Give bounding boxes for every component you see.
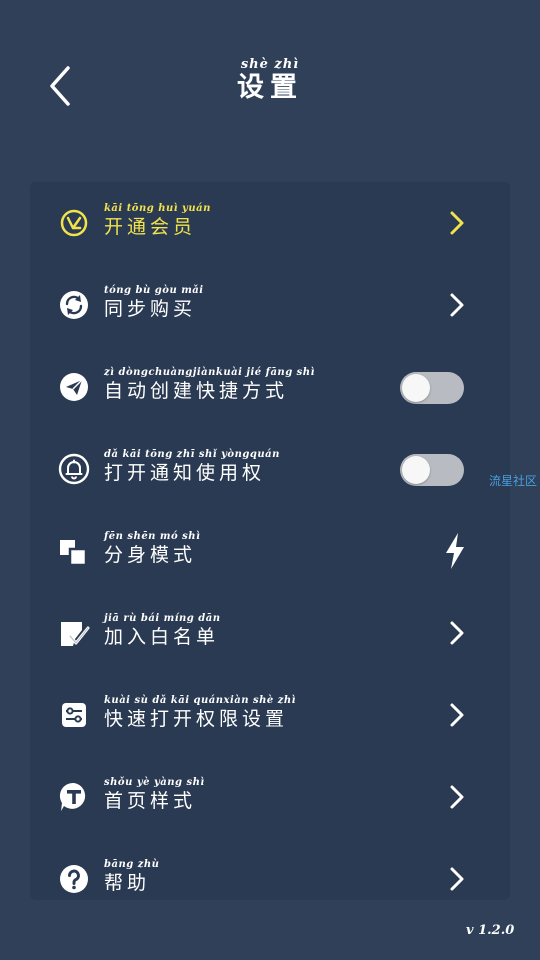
menu-item-vip-text: kāi tōng huì yuán 开通会员 [104,204,211,238]
whitelist-check-icon [58,617,90,649]
menu-item-notification-access-text: dǎ kāi tōng zhī shǐ yòngquán 打开通知使用权 [104,450,280,484]
menu-item-pinyin: kāi tōng huì yuán [104,203,211,214]
menu-item-home-style[interactable]: shǒu yè yàng shì 首页样式 [30,756,510,838]
chevron-right-icon [448,866,466,892]
menu-item-whitelist-text: jiā rù bái míng dān 加入白名单 [104,614,221,648]
sync-icon [58,289,90,321]
page-title-text: 设置 [237,72,303,103]
clone-icon [58,535,90,567]
menu-item-pinyin: fēn shēn mó shì [104,531,201,542]
chevron-right-icon [448,210,466,236]
menu-item-label: 同步购买 [104,298,197,320]
settings-card: kāi tōng huì yuán 开通会员 tóng bù gòu mǎi 同… [30,182,510,900]
notification-access-toggle[interactable] [400,454,464,486]
menu-item-help[interactable]: bāng zhù 帮助 [30,838,510,900]
menu-item-label: 分身模式 [104,544,197,566]
menu-item-pinyin: jiā rù bái míng dān [104,613,221,624]
menu-item-label: 打开通知使用权 [104,462,266,484]
chevron-right-icon [448,702,466,728]
help-icon [58,863,90,895]
chevron-right-icon [448,620,466,646]
menu-item-permission-settings[interactable]: kuài sù dǎ kāi quánxiàn shè zhì 快速打开权限设置 [30,674,510,756]
auto-shortcut-toggle[interactable] [400,372,464,404]
menu-item-help-text: bāng zhù 帮助 [104,860,159,894]
menu-item-label: 自动创建快捷方式 [104,380,289,402]
permission-settings-icon [58,699,90,731]
menu-item-clone-mode-text: fēn shēn mó shì 分身模式 [104,532,200,566]
menu-item-pinyin: tóng bù gòu mǎi [104,285,204,296]
menu-item-label: 帮助 [104,872,151,894]
text-style-icon [58,781,90,813]
menu-item-label: 快速打开权限设置 [104,708,289,730]
vip-badge-icon [58,207,90,239]
menu-item-label: 加入白名单 [104,626,220,648]
header: shè zhì 设置 [0,0,540,150]
menu-item-whitelist[interactable]: jiā rù bái míng dān 加入白名单 [30,592,510,674]
page-title: shè zhì 设置 [200,58,340,103]
menu-item-pinyin: bāng zhù [104,859,160,870]
menu-item-notification-access[interactable]: dǎ kāi tōng zhī shǐ yòngquán 打开通知使用权 [30,428,510,510]
toggle-knob [402,374,430,402]
chevron-left-icon [50,66,70,106]
version-label: v 1.2.0 [466,923,515,938]
menu-item-pinyin: dǎ kāi tōng zhī shǐ yòngquán [104,449,280,460]
back-button[interactable] [38,60,82,112]
menu-item-auto-shortcut[interactable]: zì dòngchuàngjiànkuài jié fāng shì 自动创建快… [30,346,510,428]
watermark-text: 流星社区 [489,474,538,488]
chevron-right-icon [448,292,466,318]
menu-item-permission-settings-text: kuài sù dǎ kāi quánxiàn shè zhì 快速打开权限设置 [104,696,296,730]
bell-icon [58,453,90,485]
menu-item-label: 首页样式 [104,790,197,812]
page-title-pinyin: shè zhì [240,57,300,72]
menu-item-clone-mode[interactable]: fēn shēn mó shì 分身模式 [30,510,510,592]
menu-item-pinyin: kuài sù dǎ kāi quánxiàn shè zhì [104,695,296,706]
lightning-bolt-icon [442,532,468,570]
menu-item-sync-purchase[interactable]: tóng bù gòu mǎi 同步购买 [30,264,510,346]
menu-item-home-style-text: shǒu yè yàng shì 首页样式 [104,778,205,812]
menu-item-auto-shortcut-text: zì dòngchuàngjiànkuài jié fāng shì 自动创建快… [104,368,315,402]
menu-item-pinyin: shǒu yè yàng shì [104,777,205,788]
paper-plane-icon [58,371,90,403]
menu-item-vip[interactable]: kāi tōng huì yuán 开通会员 [30,182,510,264]
menu-item-sync-purchase-text: tóng bù gòu mǎi 同步购买 [104,286,204,320]
menu-item-pinyin: zì dòngchuàngjiànkuài jié fāng shì [104,367,315,378]
chevron-right-icon [448,784,466,810]
menu-item-label: 开通会员 [104,216,197,238]
toggle-knob [402,456,430,484]
